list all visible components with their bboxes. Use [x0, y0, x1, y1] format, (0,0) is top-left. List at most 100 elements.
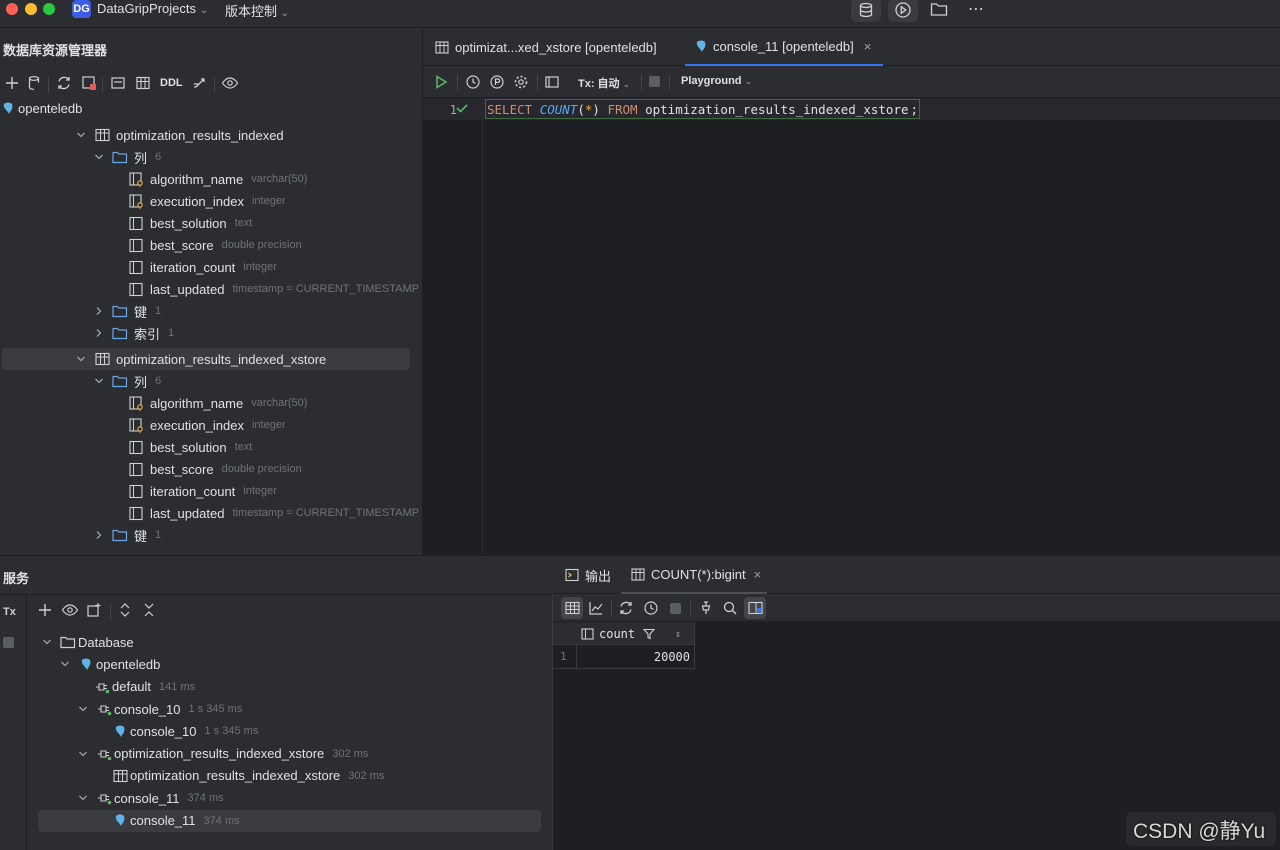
new-tab-icon[interactable] — [86, 602, 102, 618]
tab-output[interactable]: 输出 — [565, 556, 611, 594]
services-tree-item[interactable]: optimization_results_indexed_xstore 302 m… — [0, 765, 552, 787]
title-bar: DG DataGripProjects ⌄ 版本控制 ⌄ ⋯ — [0, 0, 1280, 28]
chevron-down-icon — [58, 657, 72, 671]
column-icon — [581, 628, 594, 640]
vcs-menu[interactable]: 版本控制 ⌄ — [225, 1, 289, 20]
tab-label: optimizat...xed_xstore [openteledb] — [455, 39, 657, 55]
services-tree-item[interactable]: optimization_results_indexed_xstore 302 m… — [0, 742, 552, 764]
chevron-down-icon: ⌄ — [622, 79, 631, 89]
column-icon — [128, 483, 144, 499]
stop-icon[interactable] — [670, 603, 681, 614]
diff-icon[interactable] — [190, 73, 210, 93]
column-header-count[interactable]: count ⇕ — [581, 627, 681, 641]
layout-icon[interactable] — [744, 597, 766, 619]
history-icon[interactable] — [643, 600, 659, 616]
more-icon[interactable]: ⋯ — [966, 0, 986, 18]
eye-icon[interactable] — [61, 602, 79, 618]
column-row[interactable]: best_score double precision — [0, 458, 422, 480]
table-row[interactable]: optimization_results_indexed — [0, 124, 422, 146]
add-icon[interactable] — [37, 602, 53, 618]
stop-icon[interactable] — [649, 76, 660, 87]
sort-icon[interactable]: ⇕ — [675, 629, 681, 640]
output-pane-icon[interactable] — [544, 74, 560, 90]
pin-icon[interactable] — [698, 600, 714, 616]
tab-optimization-xstore[interactable]: optimizat...xed_xstore [openteledb] — [435, 28, 657, 66]
refresh-icon[interactable] — [618, 600, 634, 616]
column-icon — [128, 259, 144, 275]
execute-icon[interactable] — [433, 74, 449, 90]
ddl-button[interactable]: DDL — [160, 77, 183, 89]
tree-root-openteledb[interactable]: openteledb — [0, 97, 82, 119]
column-icon — [128, 461, 144, 477]
table-editor-icon[interactable] — [133, 73, 153, 93]
services-tree-item[interactable]: console_11 374 ms — [0, 787, 552, 809]
table-icon — [435, 40, 449, 54]
column-row[interactable]: algorithm_name varchar(50) — [0, 392, 422, 414]
playground-selector[interactable]: Playground ⌄ — [681, 75, 752, 87]
close-window-button[interactable] — [6, 3, 18, 15]
column-row[interactable]: execution_index integer — [0, 414, 422, 436]
collapse-all-icon[interactable] — [141, 602, 157, 618]
services-tree-item[interactable]: default 141 ms — [0, 676, 552, 698]
chevron-down-icon — [76, 747, 90, 761]
output-icon — [565, 568, 579, 582]
tree-label: console_11 — [114, 790, 180, 806]
close-icon[interactable]: × — [864, 39, 872, 54]
eye-icon[interactable] — [220, 73, 240, 93]
services-tree-item[interactable]: openteledb — [0, 653, 552, 675]
expand-all-icon[interactable] — [117, 602, 133, 618]
folder-icon[interactable] — [929, 0, 949, 18]
columns-folder[interactable]: 列 6 — [0, 370, 422, 392]
tx-indicator[interactable]: Tx — [3, 606, 16, 618]
column-row[interactable]: best_solution text — [0, 212, 422, 234]
history-icon[interactable] — [465, 74, 481, 90]
table-row[interactable]: optimization_results_indexed_xstore — [0, 348, 422, 370]
close-icon[interactable]: × — [754, 567, 762, 582]
column-row[interactable]: last_updated timestamp = CURRENT_TIMESTAM… — [0, 502, 422, 524]
data-source-properties-icon[interactable] — [25, 73, 45, 93]
keys-folder[interactable]: 键 1 — [0, 524, 422, 546]
columns-folder[interactable]: 列 6 — [0, 146, 422, 168]
services-tree-item[interactable]: console_11 374 ms — [0, 809, 552, 831]
column-row[interactable]: best_solution text — [0, 436, 422, 458]
project-selector[interactable]: DataGripProjects ⌄ — [97, 1, 208, 16]
add-icon[interactable] — [2, 73, 22, 93]
disconnect-icon[interactable] — [79, 73, 99, 93]
zoom-window-button[interactable] — [43, 3, 55, 15]
database-explorer-panel: 数据库资源管理器 DDL openteledb optimization_res… — [0, 28, 422, 555]
services-tree-item[interactable]: console_10 1 s 345 ms — [0, 720, 552, 742]
column-row[interactable]: execution_index integer — [0, 190, 422, 212]
column-type: timestamp = CURRENT_TIMESTAMP — [232, 507, 419, 519]
database-icon[interactable] — [851, 0, 881, 22]
column-row[interactable]: algorithm_name varchar(50) — [0, 168, 422, 190]
project-badge[interactable]: DG — [72, 0, 91, 18]
tx-mode-selector[interactable]: Tx: 自动 ⌄ — [578, 75, 630, 91]
column-row[interactable]: last_updated timestamp = CURRENT_TIMESTAM… — [0, 278, 422, 300]
cell-count[interactable]: 20000 — [583, 650, 690, 664]
results-tab-bar: 输出 COUNT(*):bigint × — [553, 556, 1280, 594]
chart-icon[interactable] — [588, 600, 604, 616]
column-type: integer — [243, 261, 277, 274]
tab-count-result[interactable]: COUNT(*):bigint × — [621, 556, 768, 594]
services-tree-item[interactable]: Database — [0, 631, 552, 653]
run-icon[interactable] — [888, 0, 918, 22]
tree-label: Database — [78, 634, 134, 650]
jump-to-console-icon[interactable] — [108, 73, 128, 93]
folder-count: 6 — [155, 151, 162, 164]
minimize-window-button[interactable] — [25, 3, 37, 15]
sql-statement[interactable]: SELECT COUNT(*) FROM optimization_result… — [485, 99, 921, 119]
keys-folder[interactable]: 键 1 — [0, 300, 422, 322]
grid-view-icon[interactable] — [561, 597, 583, 619]
explain-plan-icon[interactable] — [489, 74, 505, 90]
column-row[interactable]: iteration_count integer — [0, 480, 422, 502]
folder-icon — [112, 325, 128, 341]
search-icon[interactable] — [722, 600, 738, 616]
column-row[interactable]: iteration_count integer — [0, 256, 422, 278]
gear-icon[interactable] — [513, 74, 529, 90]
refresh-icon[interactable] — [54, 73, 74, 93]
tab-console-11[interactable]: console_11 [openteledb] × — [685, 28, 883, 66]
filter-icon[interactable] — [643, 628, 656, 640]
column-row[interactable]: best_score double precision — [0, 234, 422, 256]
indexes-folder[interactable]: 索引 1 — [0, 322, 422, 344]
services-tree-item[interactable]: console_10 1 s 345 ms — [0, 698, 552, 720]
